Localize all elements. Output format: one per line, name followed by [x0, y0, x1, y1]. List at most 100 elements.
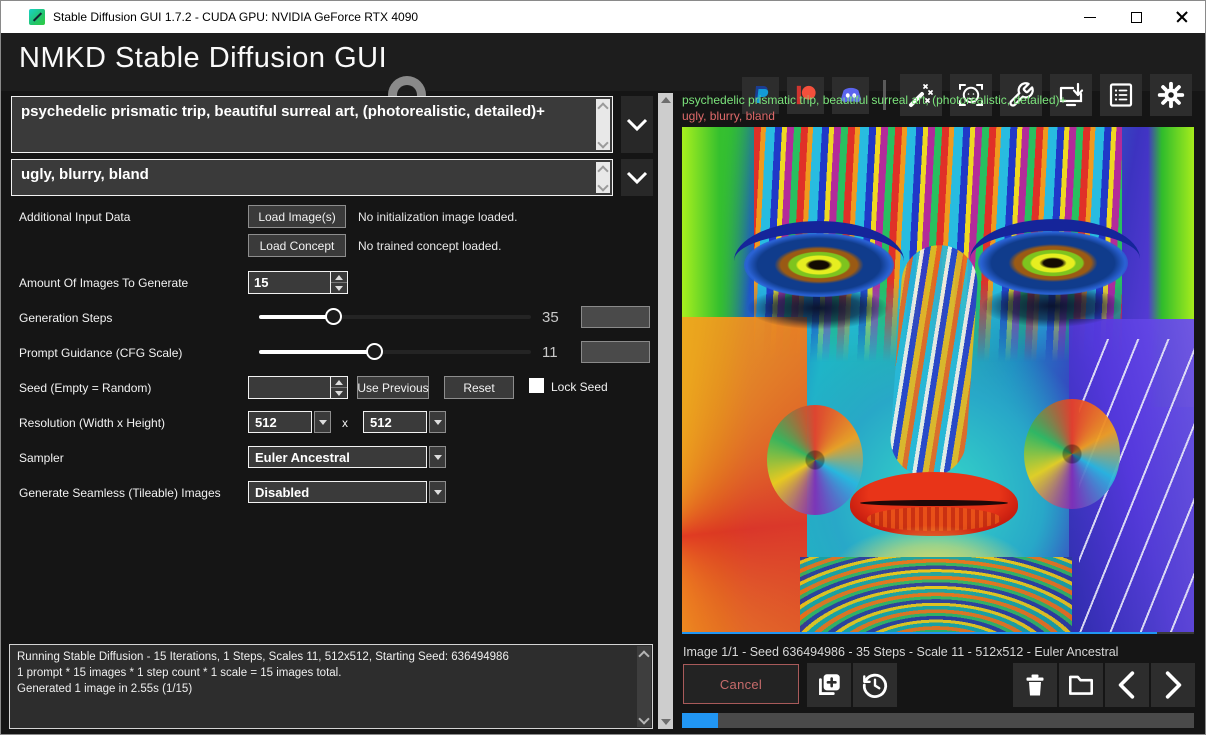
- log-line: Running Stable Diffusion - 15 Iterations…: [17, 649, 630, 665]
- slider-track-empty[interactable]: [375, 350, 531, 354]
- sampler-select[interactable]: Euler Ancestral: [248, 446, 427, 468]
- app-icon: [29, 9, 45, 25]
- maximize-button[interactable]: [1113, 1, 1159, 33]
- negative-prompt-input[interactable]: ugly, blurry, bland: [11, 159, 613, 196]
- additional-input-label: Additional Input Data: [19, 210, 130, 224]
- expand-negative-prompt-button[interactable]: [621, 159, 653, 196]
- cancel-button[interactable]: Cancel: [683, 664, 799, 704]
- use-previous-seed-button[interactable]: Use Previous: [357, 376, 429, 399]
- log-scrollbar[interactable]: [637, 646, 651, 727]
- dropdown-arrow-icon: [319, 420, 327, 425]
- minimize-button[interactable]: [1067, 1, 1113, 33]
- seed-label: Seed (Empty = Random): [19, 381, 151, 395]
- spin-down-button[interactable]: [331, 283, 347, 293]
- prompt-scrollbar[interactable]: [596, 99, 610, 150]
- cfg-slider[interactable]: [259, 343, 531, 361]
- generated-image-preview[interactable]: [682, 127, 1194, 634]
- slider-handle[interactable]: [366, 343, 383, 360]
- next-image-button[interactable]: [1151, 663, 1195, 707]
- add-image-button[interactable]: [807, 663, 851, 707]
- scroll-down-icon: [599, 139, 607, 147]
- spin-down-button[interactable]: [331, 388, 347, 398]
- close-button[interactable]: [1159, 1, 1205, 33]
- expand-prompt-button[interactable]: [621, 96, 653, 153]
- history-icon: [860, 670, 890, 700]
- maximize-icon: [1131, 12, 1142, 23]
- resolution-label: Resolution (Width x Height): [19, 416, 165, 430]
- seamless-label: Generate Seamless (Tileable) Images: [19, 486, 221, 500]
- titlebar[interactable]: Stable Diffusion GUI 1.7.2 - CUDA GPU: N…: [1, 1, 1205, 33]
- slider-track-empty[interactable]: [334, 315, 531, 319]
- minimize-icon: [1084, 17, 1096, 18]
- sampler-dropdown-button[interactable]: [429, 446, 446, 468]
- prompt-input[interactable]: psychedelic prismatic trip, beautiful su…: [11, 96, 613, 153]
- open-folder-button[interactable]: [1059, 663, 1103, 707]
- app-title: NMKD Stable Diffusion GUI: [19, 42, 387, 75]
- generated-image-detail: [1024, 399, 1120, 509]
- resolution-width-select[interactable]: 512: [248, 411, 312, 433]
- steps-label: Generation Steps: [19, 311, 112, 325]
- slider-handle[interactable]: [325, 308, 342, 325]
- steps-slider[interactable]: [259, 308, 531, 326]
- log-output[interactable]: Running Stable Diffusion - 15 Iterations…: [9, 644, 653, 729]
- dropdown-arrow-icon: [434, 490, 442, 495]
- steps-value-box: [581, 306, 650, 328]
- up-arrow-icon: [335, 380, 343, 385]
- seed-spin-buttons[interactable]: [330, 377, 347, 398]
- amount-label: Amount Of Images To Generate: [19, 276, 188, 290]
- concept-status: No trained concept loaded.: [358, 239, 501, 253]
- resolution-width-dropdown-button[interactable]: [314, 411, 331, 433]
- prompt-text: psychedelic prismatic trip, beautiful su…: [21, 103, 545, 120]
- init-image-status: No initialization image loaded.: [358, 210, 517, 224]
- amount-input[interactable]: [249, 272, 327, 293]
- generated-image-detail: [800, 557, 1072, 634]
- app-window: Stable Diffusion GUI 1.7.2 - CUDA GPU: N…: [0, 0, 1206, 735]
- reset-seed-button[interactable]: Reset: [444, 376, 514, 399]
- scroll-up-icon: [599, 165, 607, 173]
- chevron-down-icon: [626, 118, 648, 132]
- scroll-down-arrow[interactable]: [661, 719, 671, 725]
- seed-stepper[interactable]: [248, 376, 348, 399]
- chevron-down-icon: [626, 171, 648, 185]
- scroll-up-icon: [640, 650, 648, 658]
- seamless-select[interactable]: Disabled: [248, 481, 427, 503]
- chevron-right-icon: [1160, 670, 1186, 700]
- generated-image-detail: [767, 405, 863, 515]
- generated-image-eye: [744, 233, 894, 297]
- up-arrow-icon: [335, 275, 343, 280]
- amount-stepper[interactable]: [248, 271, 348, 294]
- negative-prompt-scrollbar[interactable]: [596, 162, 610, 193]
- log-line: Generated 1 image in 2.55s (1/15): [17, 681, 630, 697]
- main-scrollbar[interactable]: [658, 93, 673, 729]
- preview-positive-prompt: psychedelic prismatic trip, beautiful su…: [682, 93, 1194, 107]
- slider-track-filled[interactable]: [259, 350, 375, 354]
- spin-up-button[interactable]: [331, 377, 347, 388]
- header: NMKD Stable Diffusion GUI: [1, 33, 1205, 91]
- down-arrow-icon: [335, 391, 343, 396]
- seed-input[interactable]: [249, 377, 327, 398]
- cfg-value: 11: [542, 344, 558, 361]
- resolution-height-dropdown-button[interactable]: [429, 411, 446, 433]
- scroll-up-arrow[interactable]: [661, 97, 671, 103]
- prev-image-button[interactable]: [1105, 663, 1149, 707]
- amount-spin-buttons[interactable]: [330, 272, 347, 293]
- scroll-down-icon: [599, 182, 607, 190]
- spin-up-button[interactable]: [331, 272, 347, 283]
- log-line: 1 prompt * 15 images * 1 step count * 1 …: [17, 665, 630, 681]
- cfg-label: Prompt Guidance (CFG Scale): [19, 346, 182, 360]
- slider-track-filled[interactable]: [259, 315, 334, 319]
- down-arrow-icon: [335, 286, 343, 291]
- delete-image-button[interactable]: [1013, 663, 1057, 707]
- dropdown-arrow-icon: [434, 455, 442, 460]
- lock-seed-label: Lock Seed: [551, 380, 608, 394]
- history-button[interactable]: [853, 663, 897, 707]
- generated-image-detail: [888, 243, 980, 480]
- resolution-height-select[interactable]: 512: [363, 411, 427, 433]
- chevron-left-icon: [1114, 670, 1140, 700]
- load-concept-button[interactable]: Load Concept: [248, 234, 346, 257]
- image-progress-bar-fill: [682, 632, 1157, 634]
- load-images-button[interactable]: Load Image(s): [248, 205, 346, 228]
- lock-seed-checkbox[interactable]: [529, 378, 544, 393]
- preview-negative-prompt: ugly, blurry, bland: [682, 109, 1194, 123]
- seamless-dropdown-button[interactable]: [429, 481, 446, 503]
